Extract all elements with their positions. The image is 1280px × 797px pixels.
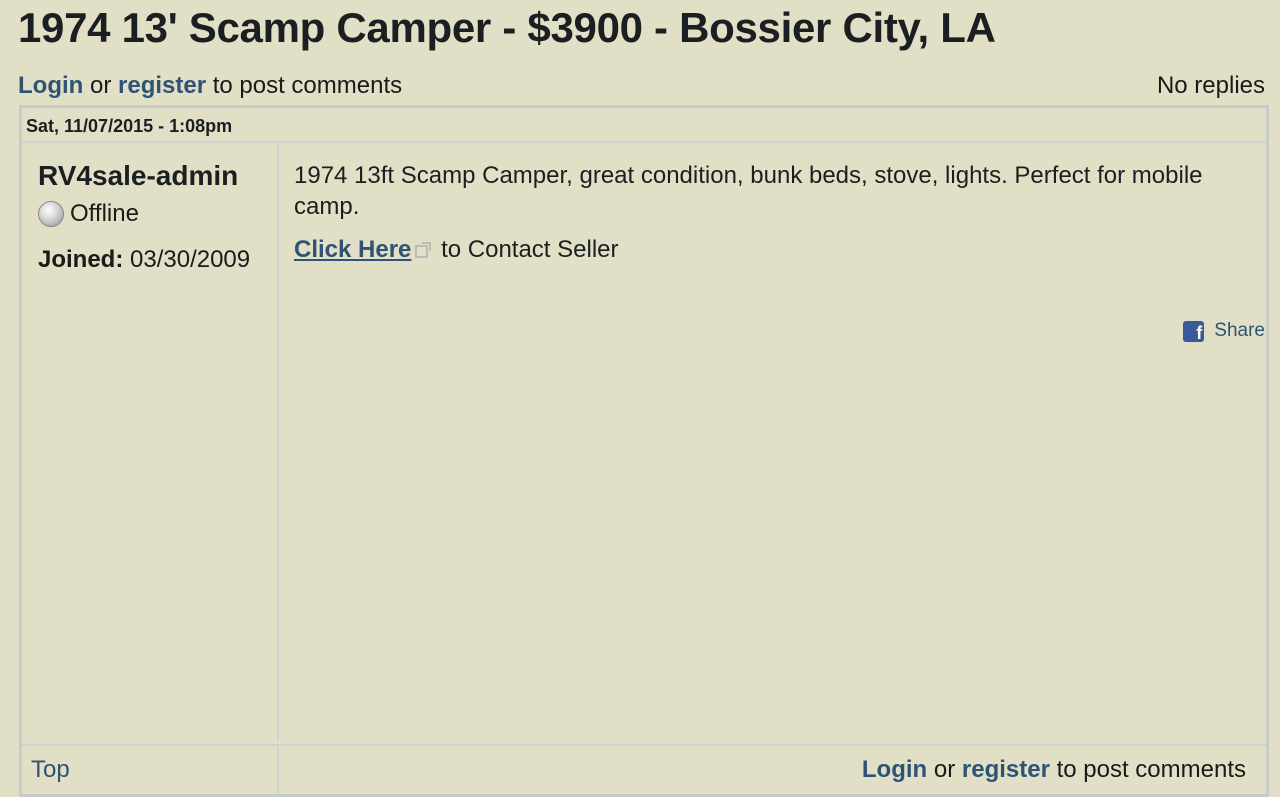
contact-line: Click Here to Contact Seller [294, 234, 1244, 265]
post-container: Sat, 11/07/2015 - 1:08pm RV4sale-admin O… [19, 105, 1269, 797]
auth-or-text: or [83, 72, 118, 99]
register-link-bottom[interactable]: register [962, 756, 1050, 783]
auth-links-bottom: Login or register to post comments [862, 756, 1246, 784]
author-status-label: Offline [70, 200, 139, 227]
replies-count: No replies [1156, 72, 1265, 99]
author-status: Offline [38, 200, 139, 228]
author-panel: RV4sale-admin Offline Joined: 03/30/2009 [22, 143, 279, 741]
auth-or-text-bottom: or [927, 756, 962, 783]
post-content: 1974 13ft Scamp Camper, great condition,… [294, 160, 1244, 265]
auth-suffix-text: to post comments [206, 72, 403, 99]
post-date: Sat, 11/07/2015 - 1:08pm [26, 116, 233, 136]
auth-links-top: Login or register to post comments [18, 72, 402, 100]
register-link[interactable]: register [118, 72, 206, 99]
top-link[interactable]: Top [31, 756, 70, 784]
author-name: RV4sale-admin [38, 160, 239, 191]
login-link[interactable]: Login [18, 72, 83, 99]
page-title: 1974 13' Scamp Camper - $3900 - Bossier … [18, 4, 996, 51]
footer-divider [277, 746, 279, 794]
contact-seller-link[interactable]: Click Here [294, 236, 411, 263]
external-link-icon [415, 242, 432, 258]
contact-suffix: to Contact Seller [434, 236, 619, 263]
post-body: 1974 13ft Scamp Camper, great condition,… [294, 162, 1203, 220]
joined-date: 03/30/2009 [123, 246, 251, 273]
login-link-bottom[interactable]: Login [862, 756, 927, 783]
share-button[interactable]: f Share [1183, 320, 1265, 342]
auth-suffix-text-bottom: to post comments [1049, 756, 1246, 783]
offline-orb-icon [38, 201, 64, 227]
facebook-icon: f [1183, 320, 1205, 342]
post-header: Sat, 11/07/2015 - 1:08pm [22, 108, 1266, 143]
joined-label: Joined: [38, 246, 124, 273]
share-label: Share [1214, 320, 1265, 341]
author-joined: Joined: 03/30/2009 [38, 246, 250, 274]
post-footer: Top Login or register to post comments [22, 744, 1266, 794]
